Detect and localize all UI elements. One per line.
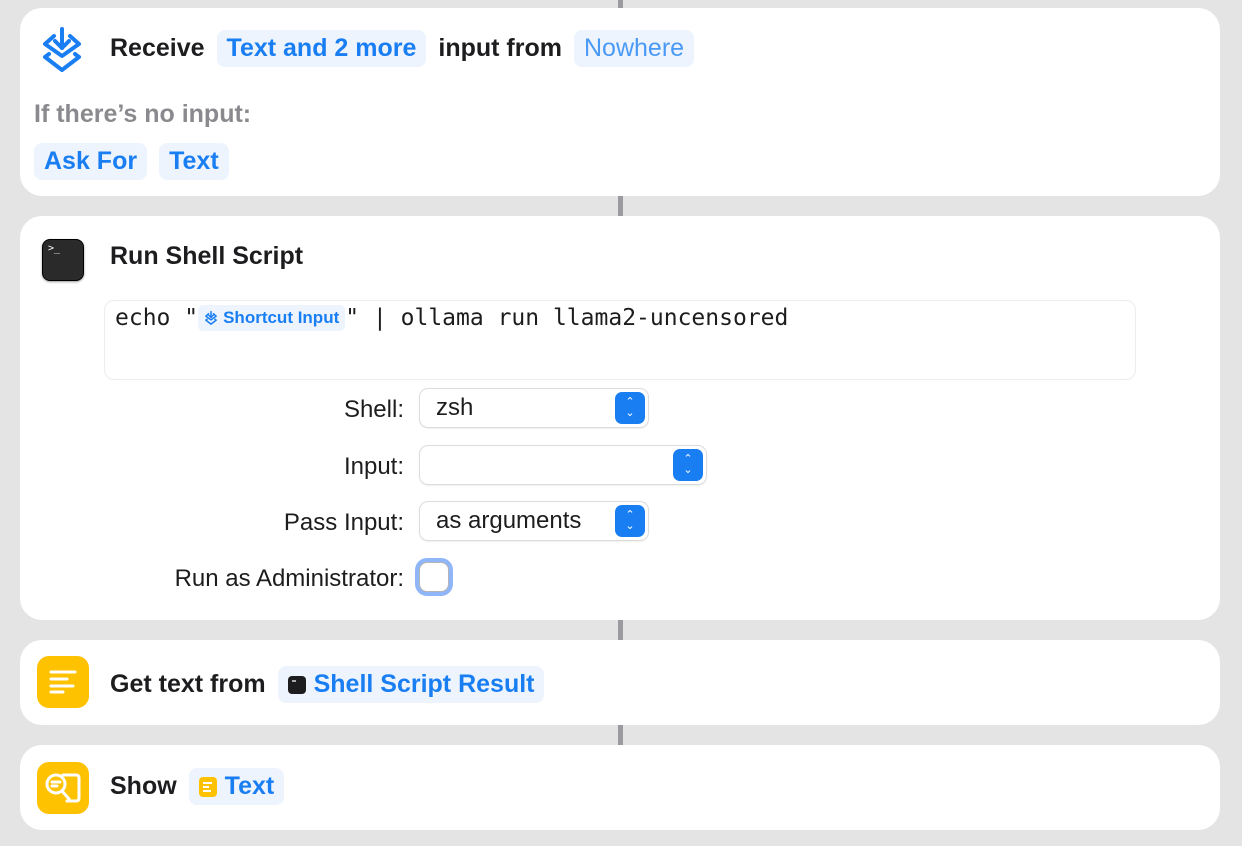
shell-popup[interactable]: zsh ⌃ ⌄ xyxy=(420,389,648,427)
shortcut-input-variable[interactable]: Shortcut Input xyxy=(198,305,346,331)
input-types-token[interactable]: Text and 2 more xyxy=(216,30,427,67)
shortcut-input-icon xyxy=(205,310,218,325)
run-as-admin-checkbox[interactable] xyxy=(419,562,449,592)
show-label: Show xyxy=(110,772,177,800)
shortcut-input-icon xyxy=(36,24,88,76)
pass-input-popup[interactable]: as arguments ⌃ ⌄ xyxy=(420,502,648,540)
input-source-token[interactable]: Nowhere xyxy=(574,30,695,67)
receive-label: Receive xyxy=(110,34,205,62)
shell-label: Shell: xyxy=(343,396,404,423)
up-down-chevron-icon: ⌃ ⌄ xyxy=(615,505,645,537)
up-down-chevron-icon: ⌃ ⌄ xyxy=(673,449,703,481)
flow-connector xyxy=(618,196,623,216)
text-lines-icon xyxy=(198,776,217,797)
flow-connector xyxy=(618,0,623,8)
run-shell-script-action[interactable]: >_ Run Shell Script echo " Shortcut Inpu… xyxy=(20,216,1220,620)
script-editor[interactable]: echo " Shortcut Input " | ollama run lla… xyxy=(104,300,1136,380)
show-result-icon xyxy=(37,762,89,814)
text-lines-icon xyxy=(37,656,89,708)
text-variable-token[interactable]: Text xyxy=(188,768,285,805)
pass-input-value: as arguments xyxy=(436,507,582,534)
variable-label: Shortcut Input xyxy=(223,308,340,327)
fallback-action-token[interactable]: Ask For xyxy=(34,143,148,180)
token-label: Text xyxy=(224,772,275,800)
input-from-label: input from xyxy=(438,34,562,62)
fallback-type-token[interactable]: Text xyxy=(159,143,229,180)
get-text-label: Get text from xyxy=(110,670,266,698)
flow-connector xyxy=(618,620,623,640)
no-input-label: If there’s no input: xyxy=(34,100,252,128)
pass-input-label: Pass Input: xyxy=(283,509,404,536)
get-text-action[interactable]: Get text from Shell Script Result xyxy=(20,640,1220,725)
token-label: Shell Script Result xyxy=(313,670,535,698)
terminal-icon xyxy=(287,675,306,694)
action-title: Run Shell Script xyxy=(110,242,304,270)
input-popup[interactable]: ⌃ ⌄ xyxy=(420,446,706,484)
script-prefix: echo " xyxy=(115,305,199,331)
flow-connector xyxy=(618,725,623,745)
up-down-chevron-icon: ⌃ ⌄ xyxy=(615,392,645,424)
run-as-admin-label: Run as Administrator: xyxy=(174,565,404,592)
shell-script-result-token[interactable]: Shell Script Result xyxy=(277,666,545,703)
input-label: Input: xyxy=(343,453,404,480)
receive-input-action[interactable]: Receive Text and 2 more input from Nowhe… xyxy=(20,8,1220,196)
shell-value: zsh xyxy=(436,394,474,421)
script-suffix: " | ollama run llama2-uncensored xyxy=(345,305,789,331)
terminal-icon: >_ xyxy=(37,234,89,286)
show-action[interactable]: Show Text xyxy=(20,745,1220,830)
